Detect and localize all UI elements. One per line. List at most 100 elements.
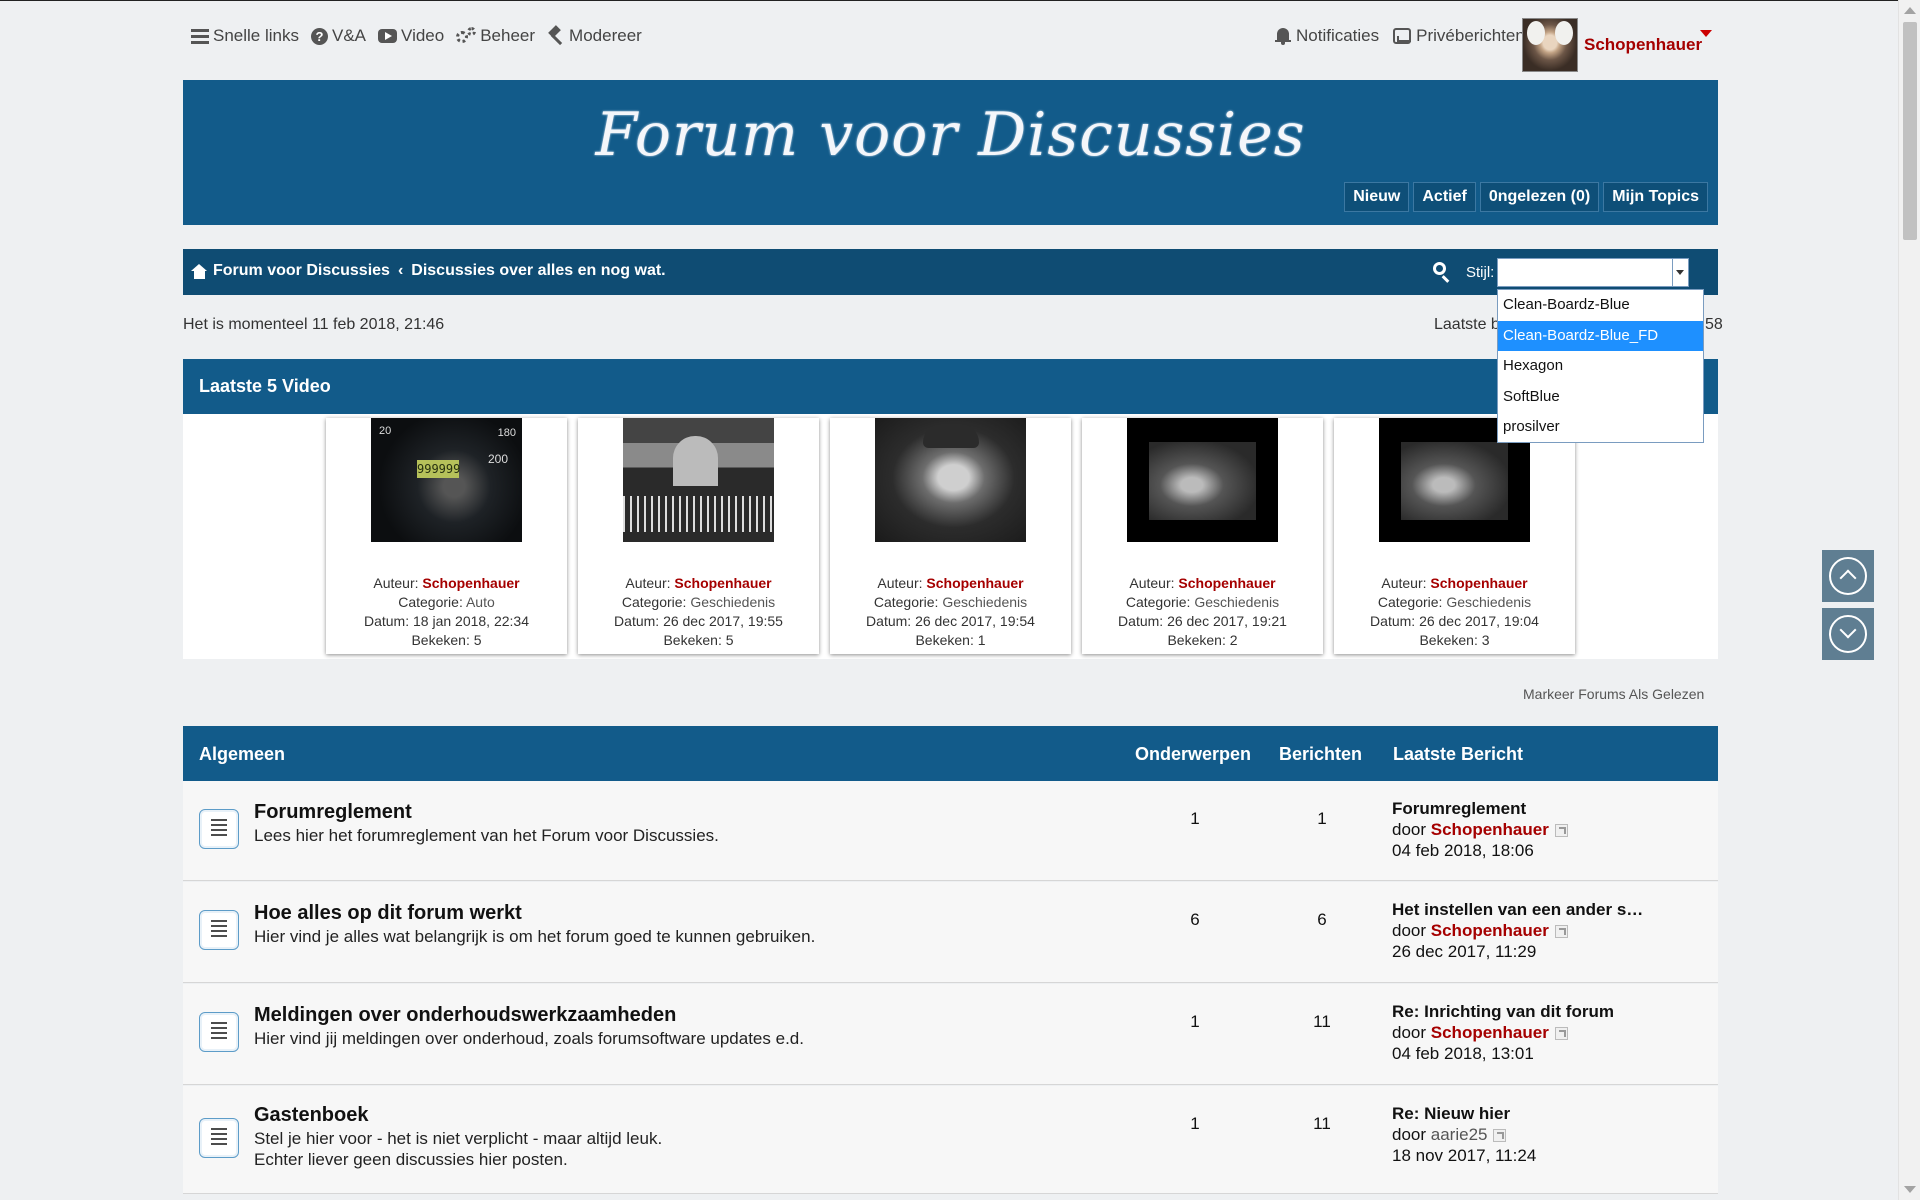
video-category[interactable]: Geschiedenis <box>1194 594 1279 610</box>
breadcrumb-separator: ‹ <box>397 262 404 279</box>
video-card: Auteur: Schopenhauer Categorie: Geschied… <box>830 418 1071 654</box>
video-card: 20 180 200 999999 Auteur: Schopenhauer C… <box>326 418 567 654</box>
video-card: Auteur: Schopenhauer Categorie: Geschied… <box>1334 418 1575 654</box>
goto-last-post-icon[interactable] <box>1554 824 1568 837</box>
last-post-title-link[interactable]: Re: Inrichting van dit forum <box>1392 1001 1614 1022</box>
video-meta: Auteur: Schopenhauer Categorie: Geschied… <box>1082 574 1323 650</box>
video-category[interactable]: Geschiedenis <box>1446 594 1531 610</box>
style-option[interactable]: prosilver <box>1498 412 1703 443</box>
forum-title-link[interactable]: Gastenboek <box>254 1104 368 1127</box>
by-label: door <box>1392 921 1427 940</box>
last-post-date: 18 nov 2017, 11:24 <box>1392 1146 1537 1165</box>
user-avatar[interactable] <box>1522 18 1578 72</box>
video-category[interactable]: Geschiedenis <box>690 594 775 610</box>
last-post-title-link[interactable]: Forumreglement <box>1392 798 1568 819</box>
quick-links-menu[interactable]: Snelle links <box>191 26 299 46</box>
forum-title-link[interactable]: Forumreglement <box>254 801 412 824</box>
video-views: 3 <box>1481 632 1490 648</box>
forum-last-post: Het instellen van een ander s… door Scho… <box>1392 899 1643 962</box>
video-category[interactable]: Geschiedenis <box>942 594 1027 610</box>
video-author[interactable]: Schopenhauer <box>1430 575 1527 591</box>
new-posts-button[interactable]: Nieuw <box>1344 182 1410 212</box>
last-post-author[interactable]: Schopenhauer <box>1431 820 1549 839</box>
scrollbar-thumb[interactable] <box>1903 22 1917 240</box>
last-post-column-header: Laatste Bericht <box>1393 744 1524 764</box>
video-views: 5 <box>473 632 482 648</box>
last-post-author[interactable]: aarie25 <box>1431 1125 1488 1144</box>
date-label: Datum: <box>1370 613 1416 629</box>
style-option[interactable]: Hexagon <box>1498 351 1703 382</box>
author-label: Auteur: <box>373 575 419 591</box>
scroll-to-bottom-button[interactable] <box>1822 608 1874 660</box>
active-topics-button[interactable]: Actief <box>1413 182 1476 212</box>
video-author[interactable]: Schopenhauer <box>926 575 1023 591</box>
video-author[interactable]: Schopenhauer <box>1178 575 1275 591</box>
breadcrumb-home[interactable]: Forum voor Discussies <box>191 262 390 280</box>
site-header: Forum voor Discussies Nieuw Actief 0ngel… <box>183 80 1718 225</box>
gears-icon <box>456 27 477 45</box>
forum-read-icon <box>199 910 239 950</box>
video-thumbnail[interactable]: 20 180 200 999999 <box>371 418 522 542</box>
page-scrollbar[interactable] <box>1898 0 1920 1200</box>
username-link[interactable]: Schopenhauer <box>1584 35 1702 55</box>
breadcrumb-current[interactable]: Discussies over alles en nog wat. <box>411 262 665 280</box>
moderate-link[interactable]: Modereer <box>547 25 642 46</box>
style-option-selected[interactable]: Clean-Boardz-Blue_FD <box>1498 320 1703 351</box>
video-category[interactable]: Auto <box>466 594 495 610</box>
forum-title-link[interactable]: Hoe alles op dit forum werkt <box>254 902 522 925</box>
site-logo-title[interactable]: Forum voor Discussies <box>183 100 1718 170</box>
style-option[interactable]: Clean-Boardz-Blue <box>1498 290 1703 321</box>
video-link[interactable]: Video <box>378 26 444 46</box>
goto-last-post-icon[interactable] <box>1554 925 1568 938</box>
video-views: 1 <box>977 632 986 648</box>
speedo-label: 200 <box>487 452 508 466</box>
youtube-icon <box>378 29 398 43</box>
last-post-author[interactable]: Schopenhauer <box>1431 1023 1549 1042</box>
goto-last-post-icon[interactable] <box>1554 1027 1568 1040</box>
goto-last-post-icon[interactable] <box>1493 1129 1507 1142</box>
bars-icon <box>191 27 209 45</box>
scroll-to-top-button[interactable] <box>1822 550 1874 602</box>
video-thumbnail[interactable] <box>1127 418 1278 542</box>
style-label: Stijl: <box>1466 264 1495 281</box>
author-label: Auteur: <box>1381 575 1427 591</box>
scroll-down-arrow-icon[interactable] <box>1904 1186 1916 1193</box>
author-label: Auteur: <box>1129 575 1175 591</box>
video-thumbnail[interactable] <box>623 418 774 542</box>
notifications-link[interactable]: Notificaties <box>1275 26 1379 46</box>
last-visit-text: Laatste b <box>1434 316 1500 333</box>
private-messages-label: Privéberichten <box>1416 26 1525 45</box>
faq-link[interactable]: ? V&A <box>311 26 366 46</box>
views-label: Bekeken: <box>915 632 974 648</box>
last-post-date: 26 dec 2017, 11:29 <box>1392 942 1537 961</box>
category-title[interactable]: Algemeen <box>199 744 285 765</box>
video-date: 26 dec 2017, 19:55 <box>663 613 783 629</box>
search-icon[interactable] <box>1433 262 1453 283</box>
forum-title-link[interactable]: Meldingen over onderhoudswerkzaamheden <box>254 1004 676 1027</box>
speedo-label: 20 <box>379 425 392 437</box>
last-post-title-link[interactable]: Het instellen van een ander s… <box>1392 899 1643 920</box>
mark-forums-read-link[interactable]: Markeer Forums Als Gelezen <box>1523 686 1704 702</box>
video-author[interactable]: Schopenhauer <box>422 575 519 591</box>
forum-row: Hoe alles op dit forum werkt Hier vind j… <box>183 882 1718 983</box>
style-option[interactable]: SoftBlue <box>1498 382 1703 413</box>
admin-link[interactable]: Beheer <box>456 26 535 46</box>
category-label: Categorie: <box>398 594 463 610</box>
private-messages-link[interactable]: Privéberichten <box>1393 26 1525 46</box>
inbox-icon <box>1393 28 1412 44</box>
last-post-title-link[interactable]: Re: Nieuw hier <box>1392 1103 1536 1124</box>
video-author[interactable]: Schopenhauer <box>674 575 771 591</box>
date-label: Datum: <box>363 613 410 629</box>
video-thumbnail[interactable] <box>875 418 1026 542</box>
my-topics-button[interactable]: Mijn Topics <box>1603 182 1708 212</box>
chevron-down-icon[interactable] <box>1672 259 1688 286</box>
style-select[interactable] <box>1497 258 1689 287</box>
unread-posts-button[interactable]: 0ngelezen (0) <box>1479 182 1600 212</box>
scroll-up-arrow-icon[interactable] <box>1904 7 1916 14</box>
views-label: Bekeken: <box>1167 632 1226 648</box>
forum-topics-count: 6 <box>1190 910 1200 929</box>
user-menu-caret-icon[interactable] <box>1700 30 1712 37</box>
category-label: Categorie: <box>621 594 687 610</box>
video-date: 26 dec 2017, 19:21 <box>1167 613 1287 629</box>
last-post-author[interactable]: Schopenhauer <box>1431 921 1549 940</box>
